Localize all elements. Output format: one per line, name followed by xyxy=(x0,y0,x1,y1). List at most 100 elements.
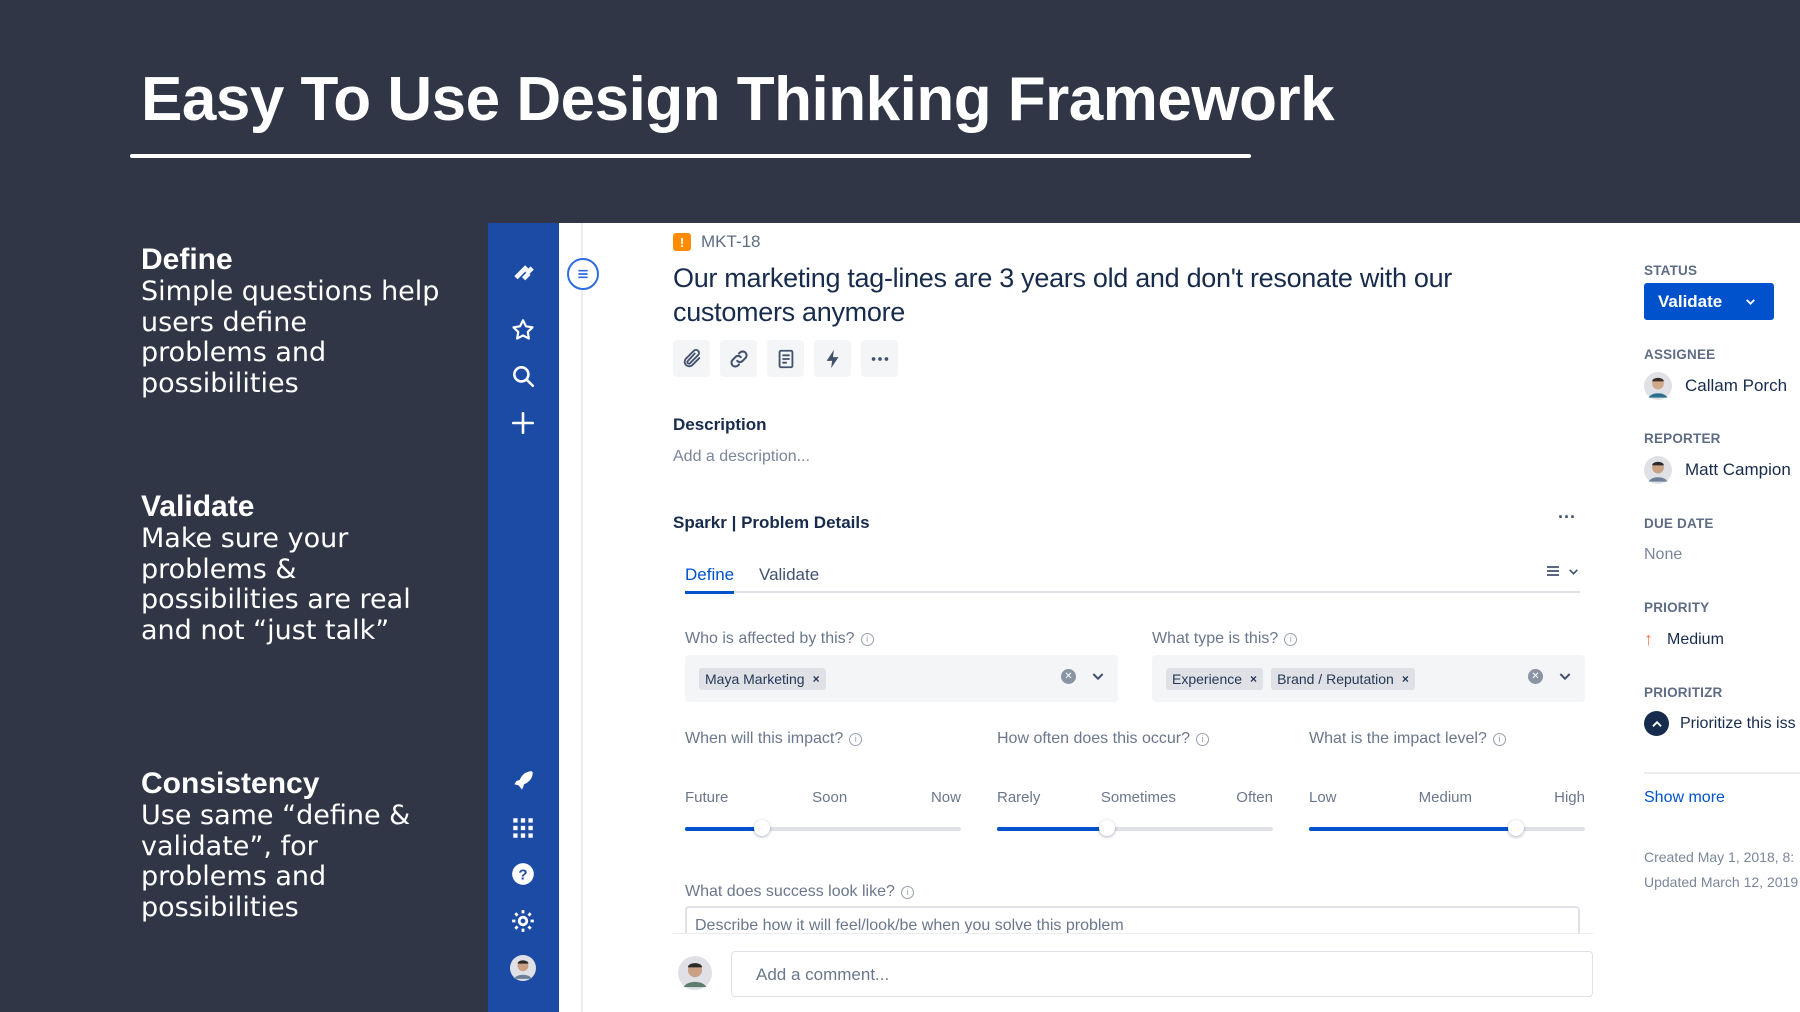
issue-type-icon: ! xyxy=(673,233,691,251)
scale-question-text: When will this impact? xyxy=(685,730,844,747)
affected-select[interactable]: Maya Marketing × ✕ xyxy=(685,655,1118,702)
create-plus-icon[interactable] xyxy=(506,406,540,440)
chevron-down-icon xyxy=(1569,568,1578,575)
comment-input[interactable]: Add a comment... xyxy=(731,951,1593,997)
impact-timing-question: When will this impact? i xyxy=(685,730,863,748)
rocket-icon[interactable] xyxy=(506,764,540,798)
slider-track[interactable] xyxy=(685,820,961,836)
prioritizr-label: PRIORITIZR xyxy=(1644,685,1723,700)
slider-thumb[interactable] xyxy=(754,820,771,836)
chevron-down-icon[interactable] xyxy=(1090,668,1106,684)
star-icon[interactable] xyxy=(506,313,540,347)
svg-text:?: ? xyxy=(518,866,527,883)
slider-fill xyxy=(997,827,1108,831)
reporter-field[interactable]: Matt Campion xyxy=(1644,456,1791,484)
frequency-question: How often does this occur? i xyxy=(997,730,1209,748)
updated-date: Updated March 12, 2019 xyxy=(1644,874,1799,890)
title-underline xyxy=(130,154,1251,158)
priority-field[interactable]: ↑ Medium xyxy=(1644,629,1724,650)
issue-key-breadcrumb[interactable]: ! MKT-18 xyxy=(673,232,761,252)
slider-thumb[interactable] xyxy=(1508,820,1524,836)
remove-chip-icon[interactable]: × xyxy=(813,672,820,686)
show-more-link[interactable]: Show more xyxy=(1644,789,1725,807)
clear-icon[interactable]: ✕ xyxy=(1061,668,1076,684)
profile-avatar-icon[interactable] xyxy=(506,951,540,985)
info-icon[interactable]: i xyxy=(900,885,914,899)
feature-text: Make sure your problems & possibilities … xyxy=(141,523,411,646)
feature-heading: Consistency xyxy=(141,767,320,800)
panel-more-button[interactable]: ··· xyxy=(1558,507,1576,528)
slide-title: Easy To Use Design Thinking Framework xyxy=(141,65,1335,134)
issue-key[interactable]: MKT-18 xyxy=(701,232,761,252)
scale-question-text: What is the impact level? xyxy=(1309,730,1487,747)
chip-maya-marketing: Maya Marketing × xyxy=(699,667,826,690)
chip-label: Experience xyxy=(1172,670,1243,687)
slider-label-mid: Medium xyxy=(1418,789,1473,806)
help-icon[interactable]: ? xyxy=(506,857,540,891)
chip-experience: Experience × xyxy=(1166,667,1264,690)
page-icon[interactable] xyxy=(767,340,804,377)
info-icon[interactable]: i xyxy=(1284,632,1298,646)
due-date-value[interactable]: None xyxy=(1644,546,1682,564)
attachment-icon[interactable] xyxy=(673,340,710,377)
link-icon[interactable] xyxy=(720,340,757,377)
slider-label-high: Now xyxy=(930,789,961,806)
type-select[interactable]: Experience × Brand / Reputation × ✕ xyxy=(1152,655,1585,702)
priority-label: PRIORITY xyxy=(1644,600,1710,615)
prioritize-button[interactable]: Prioritize this iss xyxy=(1644,711,1796,736)
frequency-slider[interactable]: Rarely Sometimes Often xyxy=(997,789,1273,836)
assignee-field[interactable]: Callam Porch xyxy=(1644,372,1787,400)
clear-icon[interactable]: ✕ xyxy=(1528,668,1543,684)
details-divider xyxy=(1644,772,1800,774)
description-field[interactable]: Add a description... xyxy=(673,448,810,466)
comment-bar: Add a comment... xyxy=(673,933,1593,1012)
due-date-label: DUE DATE xyxy=(1644,516,1714,531)
remove-chip-icon[interactable]: × xyxy=(1250,672,1257,686)
impact-level-slider[interactable]: Low Medium High xyxy=(1309,789,1585,836)
assignee-name: Callam Porch xyxy=(1685,376,1788,395)
issue-details-sidebar: STATUS Validate ASSIGNEE Callam Porch RE… xyxy=(1644,223,1800,1012)
chip-brand-reputation: Brand / Reputation × xyxy=(1271,667,1415,690)
scale-question-text: How often does this occur? xyxy=(997,730,1190,747)
feature-define: Define Simple questions help users defin… xyxy=(141,243,441,399)
info-icon[interactable]: i xyxy=(860,632,874,646)
lightning-icon[interactable] xyxy=(814,340,851,377)
assignee-avatar xyxy=(1644,372,1672,400)
status-value: Validate xyxy=(1658,291,1723,311)
user-avatar xyxy=(678,956,712,990)
status-dropdown-button[interactable]: Validate xyxy=(1644,283,1774,320)
feature-text: Use same “define & validate”, for proble… xyxy=(141,800,411,923)
slider-label-low: Low xyxy=(1309,789,1337,806)
settings-gear-icon[interactable] xyxy=(506,904,540,938)
tab-define[interactable]: Define xyxy=(685,565,735,594)
remove-chip-icon[interactable]: × xyxy=(1402,672,1409,686)
slider-track[interactable] xyxy=(1309,820,1585,836)
issue-summary[interactable]: Our marketing tag-lines are 3 years old … xyxy=(673,261,1553,329)
info-icon[interactable]: i xyxy=(1196,732,1209,746)
slider-thumb[interactable] xyxy=(1099,820,1116,836)
feature-heading: Validate xyxy=(141,490,255,523)
app-switcher-icon[interactable] xyxy=(506,811,540,845)
info-icon[interactable]: i xyxy=(1492,732,1506,746)
feature-consistency: Consistency Use same “define & validate”… xyxy=(141,767,441,923)
collapsed-sidebar xyxy=(559,223,583,1012)
tab-validate[interactable]: Validate xyxy=(759,565,819,591)
impact-timing-slider[interactable]: Future Soon Now xyxy=(685,789,961,836)
feature-text: Simple questions help users define probl… xyxy=(141,276,440,399)
jira-logo-icon[interactable] xyxy=(506,258,540,292)
expand-sidebar-icon[interactable] xyxy=(567,258,599,290)
priority-medium-arrow-icon: ↑ xyxy=(1644,629,1653,649)
info-icon[interactable]: i xyxy=(849,732,863,746)
reporter-avatar xyxy=(1644,456,1672,484)
search-icon[interactable] xyxy=(506,359,540,393)
assignee-label: ASSIGNEE xyxy=(1644,347,1716,362)
type-question: What type is this? i xyxy=(1152,630,1298,648)
issue-main-content: ! MKT-18 Our marketing tag-lines are 3 y… xyxy=(673,223,1593,1012)
tabs-menu-button[interactable] xyxy=(1545,563,1580,579)
slider-track[interactable] xyxy=(997,820,1273,836)
chevron-down-icon xyxy=(1746,299,1756,305)
more-icon[interactable] xyxy=(861,340,898,377)
slider-fill xyxy=(1309,827,1516,831)
chevron-down-icon[interactable] xyxy=(1557,668,1573,684)
description-label: Description xyxy=(673,415,767,434)
